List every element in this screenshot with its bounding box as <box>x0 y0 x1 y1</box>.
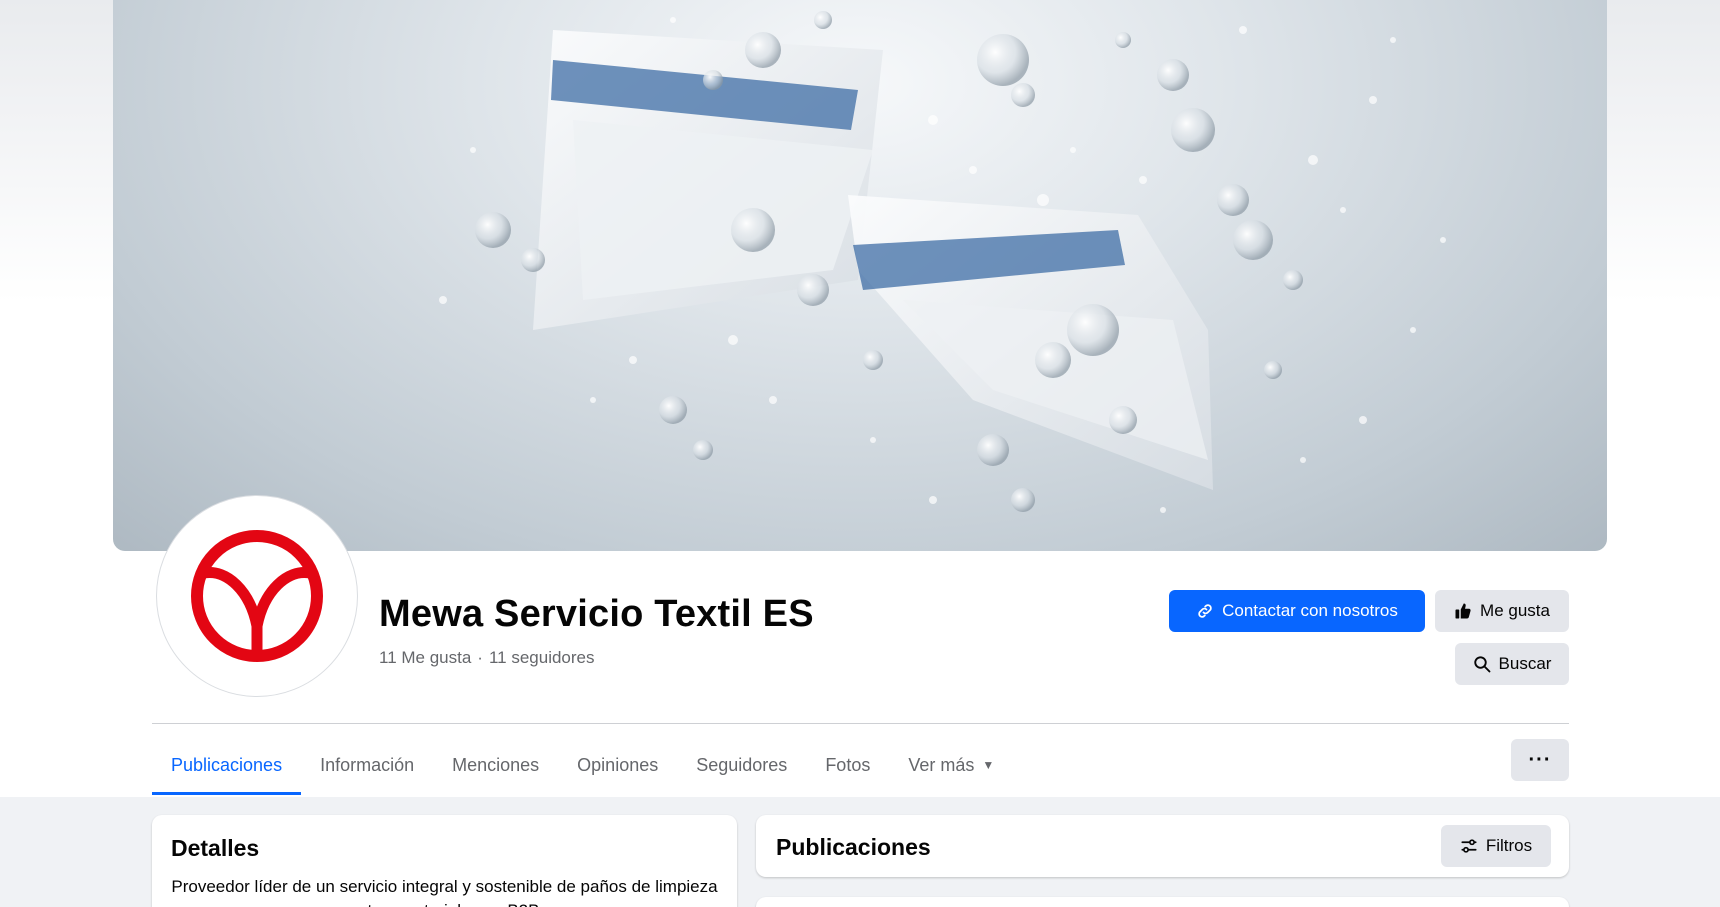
followers-count[interactable]: 11 seguidores <box>489 648 595 667</box>
posts-title: Publicaciones <box>776 834 931 860</box>
page-avatar[interactable] <box>156 495 358 697</box>
header-divider <box>152 723 1569 724</box>
tab-ver-mas[interactable]: Ver más ▼ <box>889 735 1013 795</box>
like-button[interactable]: Me gusta <box>1435 590 1569 632</box>
tab-opiniones[interactable]: Opiniones <box>558 735 677 795</box>
search-button[interactable]: Buscar <box>1455 643 1569 685</box>
cover-photo[interactable] <box>113 0 1607 551</box>
tab-fotos[interactable]: Fotos <box>806 735 889 795</box>
details-title: Detalles <box>171 835 260 861</box>
details-description: Proveedor líder de un servicio integral … <box>171 877 718 907</box>
caret-down-icon: ▼ <box>982 758 995 772</box>
more-options-button[interactable]: ··· <box>1511 739 1569 781</box>
tab-informacion[interactable]: Información <box>301 735 433 795</box>
filters-button[interactable]: Filtros <box>1441 825 1551 867</box>
likes-count[interactable]: 11 Me gusta <box>379 648 471 667</box>
tab-publicaciones[interactable]: Publicaciones <box>152 735 302 795</box>
page-stats: 11 Me gusta · 11 seguidores <box>379 648 595 668</box>
details-card: Detalles Proveedor líder de un servicio … <box>152 815 737 907</box>
tab-seguidores[interactable]: Seguidores <box>677 735 806 795</box>
post-item <box>756 897 1569 907</box>
link-icon <box>1198 604 1212 618</box>
contact-button[interactable]: Contactar con nosotros <box>1169 590 1425 632</box>
filters-button-label: Filtros <box>1485 836 1533 855</box>
contact-button-label: Contactar con nosotros <box>1222 601 1398 620</box>
cover-image <box>439 11 1446 513</box>
like-button-label: Me gusta <box>1480 601 1550 620</box>
stats-separator: · <box>477 648 483 667</box>
posts-card: Publicaciones Filtros <box>756 815 1569 877</box>
tab-ver-mas-label: Ver más <box>908 754 975 775</box>
profile-tabs: Publicaciones Información Menciones Opin… <box>152 735 1013 795</box>
search-icon <box>1473 656 1490 673</box>
tab-menciones[interactable]: Menciones <box>433 735 558 795</box>
sliders-icon <box>1461 839 1477 853</box>
thumbs-up-icon <box>1455 603 1471 619</box>
mewa-logo-icon <box>191 530 323 662</box>
page-title: Mewa Servicio Textil ES <box>379 593 814 635</box>
search-button-label: Buscar <box>1498 654 1552 673</box>
